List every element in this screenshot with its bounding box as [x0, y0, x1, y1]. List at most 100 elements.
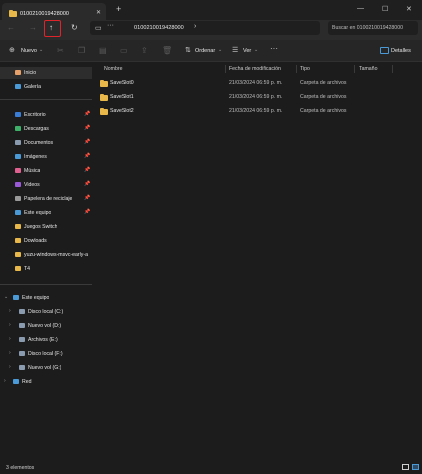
view-button[interactable]: ☰ Ver ⌄ [232, 45, 262, 56]
sidebar-item-drive-e[interactable]: › Archivos (E:) [0, 334, 92, 346]
sidebar-item-downloads[interactable]: Descargas 📌 [0, 123, 92, 135]
sidebar-item-drive-c[interactable]: › Disco local (C:) [0, 306, 92, 318]
chevron-right-icon[interactable]: › [9, 308, 11, 314]
sidebar-item-drive-g[interactable]: › Nuevo vol (G:) [0, 362, 92, 374]
table-row[interactable]: SaveSlot2 21/03/2024 06:59 p. m. Carpeta… [92, 105, 422, 118]
forward-button[interactable]: → [29, 24, 37, 32]
chevron-down-icon[interactable]: ⌄ [4, 294, 8, 300]
new-tab-button[interactable]: + [116, 4, 121, 14]
sidebar-item-desktop[interactable]: Escritorio 📌 [0, 109, 92, 121]
file-modified: 21/03/2024 06:59 p. m. [229, 80, 283, 86]
tiles-view-icon[interactable] [412, 464, 419, 470]
table-row[interactable]: SaveSlot1 21/03/2024 06:59 p. m. Carpeta… [92, 91, 422, 104]
column-separator[interactable] [392, 65, 393, 73]
sidebar-item-home[interactable]: Inicio [0, 67, 92, 79]
search-input[interactable]: Buscar en 0100210019428000 [328, 21, 418, 35]
file-name: SaveSlot2 [110, 108, 134, 114]
rename-icon[interactable]: ▭ [120, 47, 128, 55]
drive-icon [19, 323, 25, 328]
computer-icon [13, 295, 19, 300]
file-type: Carpeta de archivos [300, 80, 347, 86]
paste-icon[interactable]: ▤ [99, 47, 107, 55]
sidebar-item-dowloads[interactable]: Dowloads [0, 235, 92, 247]
column-header-modified[interactable]: Fecha de modificación [229, 66, 281, 72]
sidebar-item-drive-f[interactable]: › Disco local (F:) [0, 348, 92, 360]
share-icon[interactable]: ⇪ [141, 47, 148, 55]
chevron-right-icon[interactable]: › [194, 23, 196, 30]
drive-icon [19, 309, 25, 314]
breadcrumb-overflow-icon[interactable]: ··· [107, 22, 114, 29]
title-bar: 0100210019428000 ✕ + — ☐ ✕ [0, 0, 422, 20]
drive-icon [19, 351, 25, 356]
sidebar-item-label: T4 [24, 266, 31, 272]
chevron-right-icon[interactable]: › [9, 364, 11, 370]
sidebar-item-label: Nuevo vol (G:) [28, 365, 62, 371]
pin-icon: 📌 [84, 125, 91, 131]
sidebar-item-label: Inicio [24, 70, 37, 76]
folder-icon [9, 9, 17, 17]
more-options-icon[interactable]: ··· [270, 44, 278, 53]
column-separator[interactable] [354, 65, 355, 73]
column-header-type[interactable]: Tipo [300, 66, 310, 72]
sidebar-item-yuzu[interactable]: yuzu-windows-msvc-early-a [0, 249, 92, 261]
music-icon [15, 168, 21, 173]
file-list: Nombre Fecha de modificación Tipo Tamaño… [92, 62, 422, 462]
address-bar[interactable]: ▭ ··· 0100210019428000 › [90, 21, 320, 35]
sidebar-item-label: Papelera de reciclaje [24, 196, 73, 202]
chevron-right-icon[interactable]: › [4, 378, 6, 384]
pin-icon: 📌 [84, 111, 91, 117]
sidebar-item-network[interactable]: › Red [0, 376, 92, 388]
drive-icon [19, 337, 25, 342]
sidebar-item-documents[interactable]: Documentos 📌 [0, 137, 92, 149]
sidebar-divider [0, 99, 92, 100]
minimize-button[interactable]: — [357, 5, 364, 12]
chevron-right-icon[interactable]: › [9, 350, 11, 356]
refresh-button[interactable]: ↻ [71, 24, 78, 32]
folder-icon [15, 252, 21, 257]
back-button[interactable]: ← [7, 24, 15, 32]
chevron-right-icon[interactable]: › [9, 322, 11, 328]
column-separator[interactable] [296, 65, 297, 73]
documents-icon [15, 140, 21, 145]
sidebar-item-recycle-bin[interactable]: Papelera de reciclaje 📌 [0, 193, 92, 205]
up-button-highlight[interactable]: ↑ [44, 20, 61, 37]
sidebar-item-this-pc[interactable]: ⌄ Este equipo [0, 292, 92, 304]
sidebar-item-drive-d[interactable]: › Nuevo vol (D:) [0, 320, 92, 332]
navigation-pane: Inicio Galería Escritorio 📌 Descargas 📌 … [0, 62, 92, 462]
sidebar-item-label: Videos [24, 182, 40, 188]
breadcrumb[interactable]: 0100210019428000 [134, 25, 184, 31]
sidebar-item-music[interactable]: Música 📌 [0, 165, 92, 177]
videos-icon [15, 182, 21, 187]
sidebar-item-pictures[interactable]: Imágenes 📌 [0, 151, 92, 163]
column-separator[interactable] [225, 65, 226, 73]
item-count: 3 elementos [6, 465, 35, 471]
maximize-button[interactable]: ☐ [382, 5, 388, 13]
sort-button[interactable]: ⇅ Ordenar ⌄ [185, 45, 225, 56]
recycle-bin-icon [15, 196, 21, 201]
copy-icon[interactable]: ❐ [78, 47, 85, 55]
details-button[interactable]: Detalles [380, 45, 418, 56]
pin-icon: 📌 [84, 209, 91, 215]
cut-icon[interactable]: ✂ [57, 47, 64, 55]
details-view-icon[interactable] [402, 464, 409, 470]
sort-label: Ordenar [195, 48, 216, 54]
sidebar-item-gallery[interactable]: Galería [0, 81, 92, 93]
sidebar-item-this-pc-pinned[interactable]: Este equipo 📌 [0, 207, 92, 219]
column-header-size[interactable]: Tamaño [359, 66, 377, 72]
chevron-right-icon[interactable]: › [9, 336, 11, 342]
new-button[interactable]: ⊕ Nuevo ⌄ [6, 45, 46, 56]
file-modified: 21/03/2024 06:59 p. m. [229, 108, 283, 114]
tab-active[interactable]: 0100210019428000 ✕ [2, 3, 106, 20]
sidebar-item-videos[interactable]: Videos 📌 [0, 179, 92, 191]
delete-icon[interactable]: 🗑 [162, 47, 172, 55]
sidebar-item-t4[interactable]: T4 [0, 263, 92, 275]
pictures-icon [15, 154, 21, 159]
sidebar-item-juegos-switch[interactable]: Juegos Switch [0, 221, 92, 233]
column-header-name[interactable]: Nombre [104, 66, 122, 72]
close-button[interactable]: ✕ [406, 5, 412, 13]
sidebar-item-label: Música [24, 168, 41, 174]
chevron-down-icon: ⌄ [218, 47, 223, 53]
tab-close-icon[interactable]: ✕ [96, 9, 101, 16]
sidebar-item-label: Este equipo [22, 295, 50, 301]
table-row[interactable]: SaveSlot0 21/03/2024 06:59 p. m. Carpeta… [92, 77, 422, 90]
